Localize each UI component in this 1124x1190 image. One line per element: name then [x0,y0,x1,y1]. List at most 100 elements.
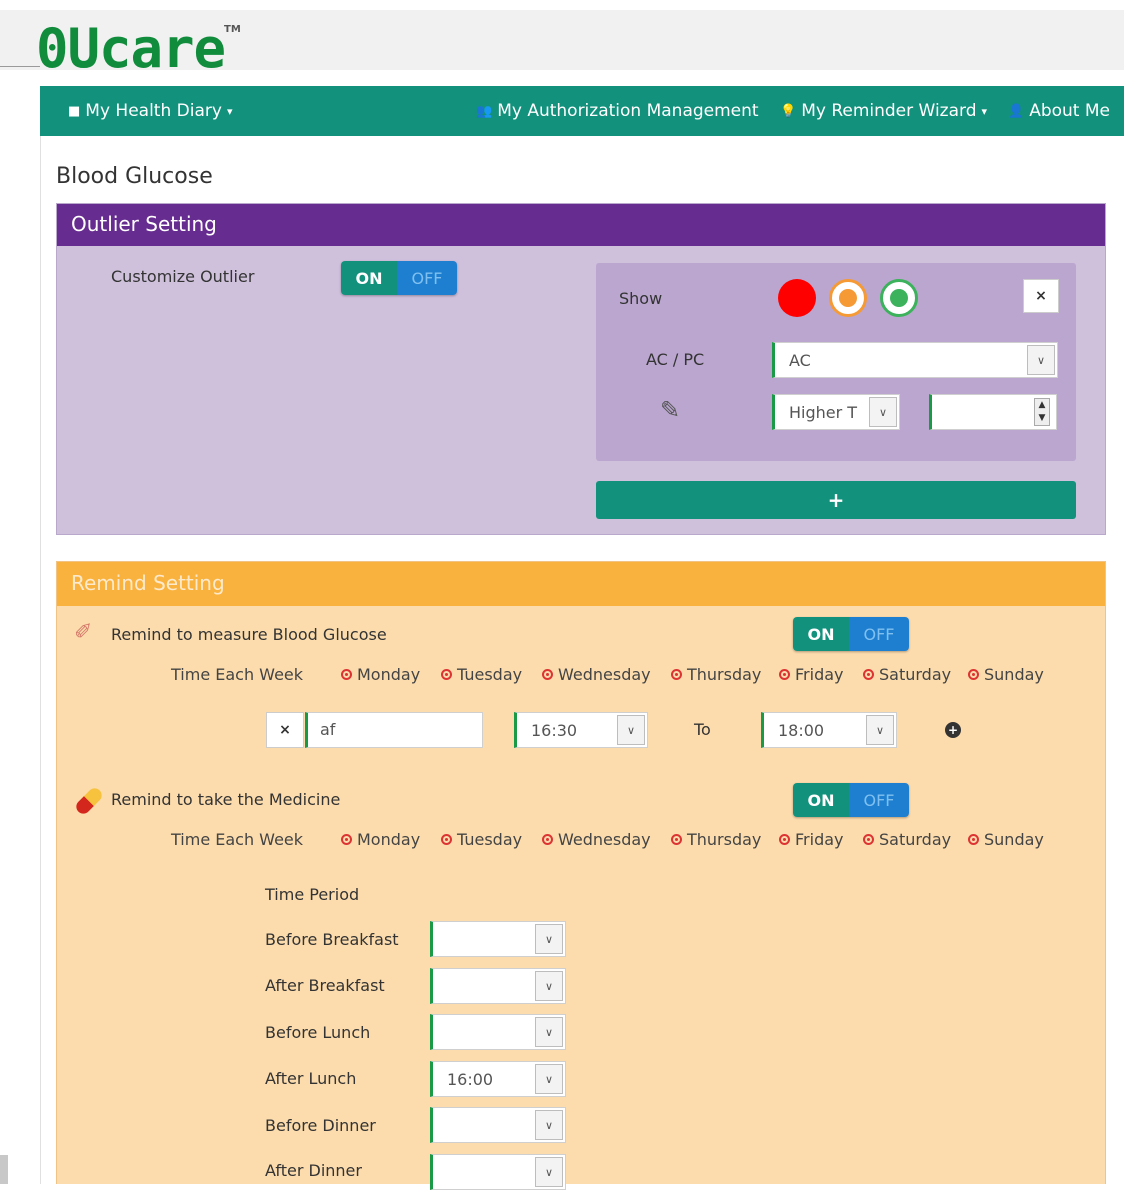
nav-reminder-wizard[interactable]: 💡 My Reminder Wizard ▾ [780,101,987,121]
medicine-day-wednesday[interactable]: Wednesday [542,830,651,849]
acpc-label: AC / PC [646,350,705,369]
chevron-down-icon: ∨ [1027,345,1055,375]
radio-icon [779,669,790,680]
day-label: Thursday [687,665,762,684]
radio-icon [441,834,452,845]
spinner-arrows-icon[interactable]: ▲ ▼ [1034,398,1050,426]
add-time-icon[interactable]: + [945,722,961,738]
toggle-off-label: OFF [849,617,909,651]
period-after-dinner-select[interactable]: ∨ [430,1154,566,1190]
nav-health-diary[interactable]: ■ My Health Diary ▾ [68,101,232,121]
glucose-day-tuesday[interactable]: Tuesday [441,665,522,684]
from-time-value: 16:30 [531,720,578,740]
day-label: Friday [795,830,844,849]
day-label: Saturday [879,830,952,849]
color-green-option[interactable] [880,279,918,317]
glucose-day-thursday[interactable]: Thursday [671,665,761,684]
day-label: Monday [357,830,421,849]
medicine-day-thursday[interactable]: Thursday [671,830,761,849]
chevron-down-icon: ▾ [226,104,233,118]
period-before-lunch-select[interactable]: ∨ [430,1014,566,1050]
radio-icon [671,834,682,845]
glucose-time-each-week-label: Time Each Week [171,665,304,684]
chevron-down-icon: ∨ [535,1017,563,1047]
nav-health-diary-label: My Health Diary [85,101,222,121]
page-title: Blood Glucose [56,164,213,189]
glucose-day-saturday[interactable]: Saturday [863,665,951,684]
period-after-lunch-select[interactable]: 16:00 ∨ [430,1061,566,1097]
day-label: Friday [795,665,844,684]
period-before-breakfast-select[interactable]: ∨ [430,921,566,957]
nav-authorization-label: My Authorization Management [497,101,759,121]
radio-icon [671,669,682,680]
medicine-day-friday[interactable]: Friday [779,830,844,849]
color-orange-option[interactable] [829,279,867,317]
nav-reminder-label: My Reminder Wizard [801,101,977,121]
period-value: 16:00 [447,1069,494,1089]
reminder-from-time-select[interactable]: 16:30 ∨ [514,712,648,748]
header-divider [0,66,40,67]
medicine-day-monday[interactable]: Monday [341,830,420,849]
add-rule-button[interactable]: + [596,481,1076,519]
reminder-note-input[interactable]: af [305,712,483,748]
medicine-day-tuesday[interactable]: Tuesday [441,830,522,849]
users-icon: 👥 [476,103,493,119]
nav-about-me[interactable]: 👤 About Me [1008,101,1110,121]
glucose-reminder-toggle[interactable]: ON OFF [793,617,909,651]
glucose-day-friday[interactable]: Friday [779,665,844,684]
toggle-off-label: OFF [397,261,457,295]
radio-icon [968,669,979,680]
syringe-icon: ✐ [74,620,93,645]
chevron-down-icon: ∨ [535,924,563,954]
medicine-day-sunday[interactable]: Sunday [968,830,1044,849]
scroll-edge [0,1155,8,1184]
lightbulb-icon: 💡 [780,103,797,119]
glucose-day-monday[interactable]: Monday [341,665,420,684]
period-label: Before Breakfast [265,930,399,949]
chevron-down-icon: ∨ [535,1110,563,1140]
time-period-label: Time Period [265,885,360,904]
chevron-down-icon: ∨ [869,397,897,427]
to-label: To [694,720,711,739]
radio-icon [441,669,452,680]
show-label: Show [619,289,663,308]
period-after-breakfast-select[interactable]: ∨ [430,968,566,1004]
day-label: Tuesday [457,830,523,849]
outlier-panel-header: Outlier Setting [57,204,1105,246]
nav-authorization[interactable]: 👥 My Authorization Management [476,101,759,121]
compare-select[interactable]: Higher T ∨ [772,394,900,430]
chevron-down-icon: ∨ [535,1064,563,1094]
day-label: Wednesday [558,830,651,849]
glucose-day-sunday[interactable]: Sunday [968,665,1044,684]
day-label: Sunday [984,665,1044,684]
medicine-time-each-week-label: Time Each Week [171,830,304,849]
radio-icon [968,834,979,845]
acpc-select[interactable]: AC ∨ [772,342,1058,378]
period-label: After Breakfast [265,976,385,995]
chevron-down-icon: ▾ [981,104,988,118]
remove-reminder-button[interactable]: × [266,712,304,748]
glucose-day-wednesday[interactable]: Wednesday [542,665,651,684]
brand-logo[interactable]: 0Ucare [36,18,226,80]
threshold-number-input[interactable]: ▲ ▼ [929,394,1057,430]
main-navbar: ■ My Health Diary ▾ 👥 My Authorization M… [40,86,1124,136]
day-label: Tuesday [457,665,523,684]
toggle-on-label: ON [341,261,397,295]
chevron-down-icon: ∨ [535,1157,563,1187]
user-icon: 👤 [1008,103,1025,119]
color-red-option[interactable] [778,279,816,317]
medicine-day-saturday[interactable]: Saturday [863,830,951,849]
customize-outlier-toggle[interactable]: ON OFF [341,261,457,295]
medicine-reminder-toggle[interactable]: ON OFF [793,783,909,817]
period-before-dinner-select[interactable]: ∨ [430,1107,566,1143]
chevron-down-icon: ∨ [535,971,563,1001]
reminder-to-time-select[interactable]: 18:00 ∨ [761,712,897,748]
remove-rule-button[interactable]: × [1023,279,1059,313]
trademark-mark: TM [224,24,241,35]
day-label: Saturday [879,665,952,684]
radio-icon [863,834,874,845]
camera-icon: ■ [68,103,81,119]
nav-about-label: About Me [1029,101,1110,121]
chevron-down-icon: ∨ [866,715,894,745]
radio-icon [341,669,352,680]
